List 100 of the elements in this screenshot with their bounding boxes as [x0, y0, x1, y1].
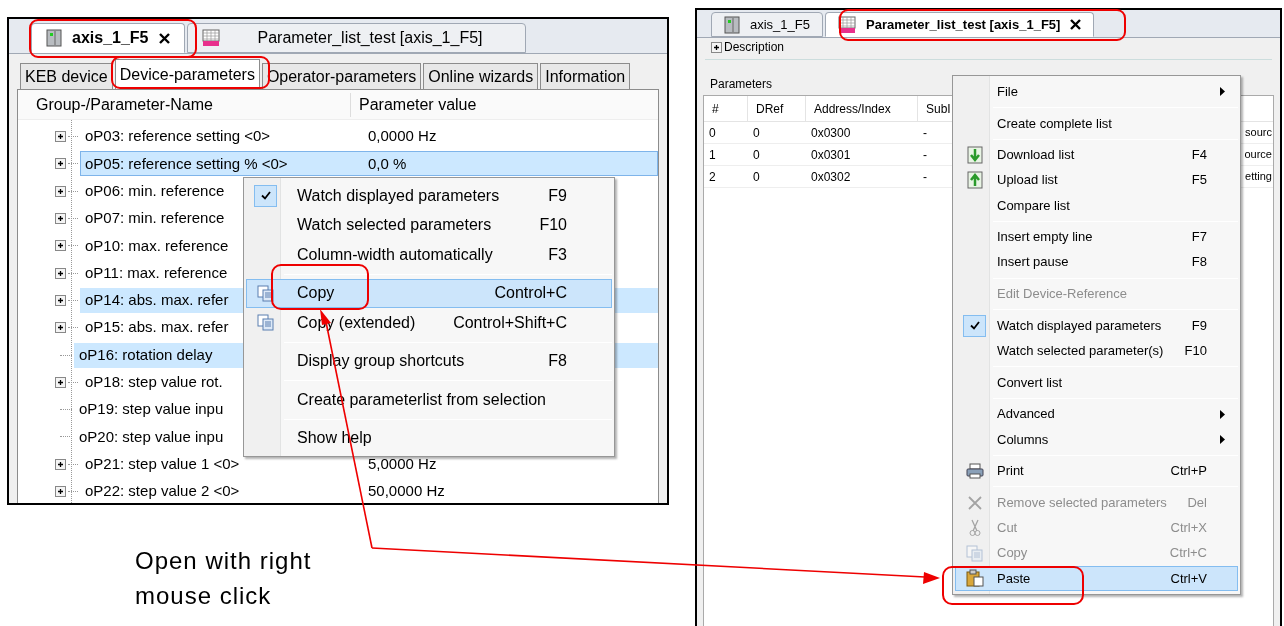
tab[interactable]: Online wizards [423, 63, 539, 89]
shortcut-label: Del [1187, 493, 1208, 512]
menu-item[interactable]: Watch displayed parameters F9 [955, 313, 1238, 339]
expand-icon[interactable] [55, 158, 66, 170]
table-cell: 0 [753, 147, 760, 162]
tab[interactable]: KEB device [20, 63, 113, 89]
close-icon[interactable] [158, 32, 170, 44]
menu-label: Print [996, 462, 1025, 481]
menu-label: Insert pause [996, 253, 1070, 272]
expand-icon[interactable] [55, 322, 66, 334]
expand-icon[interactable] [55, 185, 66, 197]
shortcut-label: F7 [1191, 228, 1208, 247]
menu-label: Upload list [996, 171, 1059, 190]
menu-label: Paste [996, 569, 1032, 588]
menu-item[interactable]: Paste Ctrl+V [955, 565, 1238, 591]
menu-item[interactable]: Watch displayed parameters F9 [246, 181, 612, 211]
table-cell: 2 [709, 169, 716, 184]
column-header[interactable]: Parameter value [351, 92, 477, 117]
tab[interactable]: Information [540, 63, 631, 89]
close-icon[interactable] [1070, 19, 1082, 30]
table-cell: 0 [753, 125, 760, 140]
table-cell: 0x0302 [811, 169, 851, 184]
tree-row[interactable]: oP03: reference setting <0> 0,0000 Hz [80, 124, 658, 150]
menu-label: Columns [996, 430, 1050, 449]
tree-row[interactable]: oP22: step value 2 <0> 50,0000 Hz [80, 479, 658, 503]
menu-item[interactable]: Watch selected parameter(s) F10 [955, 338, 1238, 364]
parameter-value: 50,0000 Hz [367, 481, 445, 502]
section-label: Description [724, 39, 785, 56]
tab[interactable]: Device-parameters [114, 59, 260, 89]
expand-icon[interactable] [55, 213, 66, 225]
shortcut-label: F8 [1191, 253, 1208, 272]
shortcut-label: Ctrl+V [1170, 569, 1208, 588]
column-header[interactable]: # [704, 96, 748, 121]
menu-item[interactable]: Column-width automatically F3 [246, 240, 612, 270]
menu-item[interactable]: Upload list F5 [955, 167, 1238, 193]
check-icon [260, 191, 271, 201]
copy-icon [965, 544, 984, 562]
table-cell: 0 [709, 125, 716, 140]
shortcut-label: F5 [1191, 171, 1208, 190]
menu-item[interactable]: Insert pause F8 [955, 249, 1238, 275]
expand-icon[interactable] [711, 41, 722, 53]
menu-label: Compare list [996, 196, 1071, 215]
device-icon [724, 15, 740, 34]
caption-text: Open with right mouse click [135, 546, 313, 611]
up-arrow-icon [966, 171, 983, 190]
shortcut-label: F10 [539, 215, 568, 236]
paste-icon [965, 569, 984, 588]
menu-item[interactable]: Columns [955, 426, 1238, 452]
parameter-value: 0,0000 Hz [367, 126, 437, 147]
menu-item[interactable]: Copy Control+C [246, 278, 612, 308]
expand-icon[interactable] [55, 131, 66, 143]
table-cell: 0x0301 [811, 147, 851, 162]
menu-label: Advanced [996, 405, 1056, 424]
expand-icon[interactable] [55, 486, 66, 497]
shortcut-label: Control+Shift+C [453, 312, 568, 333]
file-tab[interactable]: Parameter_list_test [axis_1_F5] [825, 12, 1095, 37]
parameter-name: oP03: reference setting <0> [85, 127, 271, 145]
check-icon [969, 321, 980, 331]
menu-label: Watch displayed parameters [996, 316, 1163, 335]
menu-label: Insert empty line [996, 228, 1094, 247]
shortcut-label: F3 [548, 244, 568, 265]
menu-item[interactable]: Compare list [955, 192, 1238, 218]
column-header[interactable]: DRef [748, 96, 806, 121]
column-header[interactable]: Group-/Parameter-Name [18, 92, 351, 117]
shortcut-label: F9 [1191, 316, 1208, 335]
tree-row[interactable]: oP05: reference setting % <0> 0,0 % [80, 151, 658, 177]
menu-label: Remove selected parameters [996, 493, 1168, 512]
scissors-icon [968, 518, 981, 537]
table-cell: - [923, 147, 927, 162]
menu-item[interactable]: Watch selected parameters F10 [246, 210, 612, 240]
shortcut-label: Control+C [494, 283, 568, 304]
file-tab[interactable]: axis_1_F5 [711, 12, 823, 37]
expand-icon[interactable] [55, 458, 66, 470]
menu-label: Watch selected parameter(s) [996, 342, 1165, 361]
menu-label: Watch displayed parameters [296, 185, 501, 206]
menu-label: File [996, 82, 1019, 101]
menu-item[interactable]: Download list F4 [955, 142, 1238, 168]
table-cell-text: ource [1244, 147, 1273, 163]
menu-item[interactable]: Insert empty line F7 [955, 224, 1238, 250]
file-tab[interactable]: axis_1_F5 [31, 23, 185, 53]
expand-icon[interactable] [55, 267, 66, 279]
expand-icon[interactable] [55, 240, 66, 252]
menu-label: Column-width automatically [296, 244, 494, 265]
down-arrow-icon [966, 145, 983, 164]
menu-item[interactable]: Advanced [955, 401, 1238, 427]
expand-icon[interactable] [55, 294, 66, 306]
menu-item[interactable]: Print Ctrl+P [955, 458, 1238, 484]
parameter-name: oP16: rotation delay [79, 345, 213, 363]
file-tab[interactable]: Parameter_list_test [axis_1_F5] [186, 23, 526, 53]
section-label: Parameters [710, 77, 773, 91]
menu-label: Copy [296, 283, 336, 304]
table-cell: 1 [709, 147, 716, 162]
column-header[interactable]: Address/Index [806, 96, 918, 121]
menu-item[interactable]: Convert list [955, 369, 1238, 396]
expand-icon[interactable] [55, 376, 66, 388]
parameter-name: oP22: step value 2 <0> [85, 482, 240, 500]
close-icon [966, 494, 983, 511]
menu-label: Edit Device-Reference [996, 285, 1129, 304]
menu-label: Convert list [996, 373, 1064, 392]
parameter-name: oP14: abs. max. refer [85, 291, 229, 309]
